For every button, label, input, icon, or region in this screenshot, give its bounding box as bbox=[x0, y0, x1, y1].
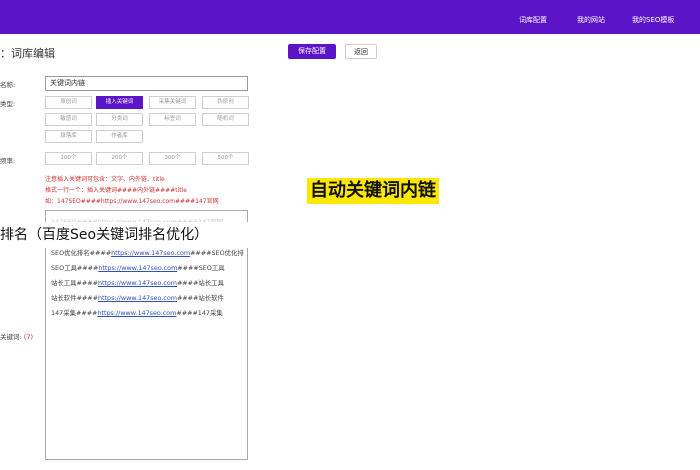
video-caption: 自动关键词内链 bbox=[307, 178, 439, 204]
name-input[interactable]: 关键词内链 bbox=[45, 76, 248, 91]
type-label: 类型: bbox=[0, 100, 16, 108]
type-chip-paragraph[interactable]: 段落库 bbox=[45, 130, 92, 143]
type-chip-random[interactable]: 随机词 bbox=[202, 113, 249, 126]
keyword-line: 147采集####https://www.147seo.com####147采集 bbox=[51, 309, 223, 317]
back-button[interactable]: 返回 bbox=[345, 44, 377, 59]
count-chip-500[interactable]: 500个 bbox=[202, 152, 249, 165]
count-chip-200[interactable]: 200个 bbox=[96, 152, 143, 165]
count-chip-300[interactable]: 300个 bbox=[149, 152, 196, 165]
keyword-line: 站长软件####https://www.147seo.com####站长软件 bbox=[51, 294, 224, 302]
nav-item-my-sites[interactable]: 我的网站 bbox=[577, 15, 605, 25]
type-chip-tag[interactable]: 标签词 bbox=[149, 113, 196, 126]
keyword-line: SEO工具####https://www.147seo.com####SEO工具 bbox=[51, 264, 225, 272]
top-nav-bar: 词库配置 我的网站 我的SEO模板 bbox=[0, 0, 700, 34]
format-note-line: 格式一行一个：插入关键词####内外链####title bbox=[45, 187, 187, 194]
keyword-line: 站长工具####https://www.147seo.com####站长工具 bbox=[51, 279, 224, 287]
name-label: 名称: bbox=[0, 81, 16, 89]
count-chip-100[interactable]: 100个 bbox=[45, 152, 92, 165]
keywords-label: 关键词: (7) bbox=[0, 331, 33, 341]
nav-item-dictionary-config[interactable]: 词库配置 bbox=[519, 15, 547, 25]
format-note-line: 如：147SEO####https://www.147seo.com####14… bbox=[45, 198, 219, 205]
type-chip-original[interactable]: 原创词 bbox=[45, 96, 92, 109]
type-chip-category[interactable]: 分类词 bbox=[96, 113, 143, 126]
keywords-count: (7) bbox=[23, 333, 33, 341]
format-note-line: 注意插入关键词可包含：文字、内外链、title bbox=[45, 176, 165, 183]
type-chip-collect-keyword[interactable]: 采集关键词 bbox=[149, 96, 196, 109]
type-chip-pseudo-original[interactable]: 伪原创 bbox=[202, 96, 249, 109]
overlay-heading: 排名（百度Seo关键词排名优化） bbox=[0, 222, 252, 248]
count-label: 频率: bbox=[0, 157, 16, 165]
type-chip-insert-keyword[interactable]: 插入关键词 bbox=[96, 96, 143, 109]
keyword-line: SEO优化排名####https://www.147seo.com####SEO… bbox=[51, 249, 244, 257]
type-chip-sensitive[interactable]: 敏感词 bbox=[45, 113, 92, 126]
save-config-button[interactable]: 保存配置 bbox=[288, 44, 336, 59]
type-chip-author[interactable]: 作者库 bbox=[96, 130, 143, 143]
page-title: ：词库编辑 bbox=[0, 47, 55, 60]
nav-item-my-seo-templates[interactable]: 我的SEO模板 bbox=[632, 15, 674, 25]
keywords-label-text: 关键词: bbox=[0, 333, 22, 341]
